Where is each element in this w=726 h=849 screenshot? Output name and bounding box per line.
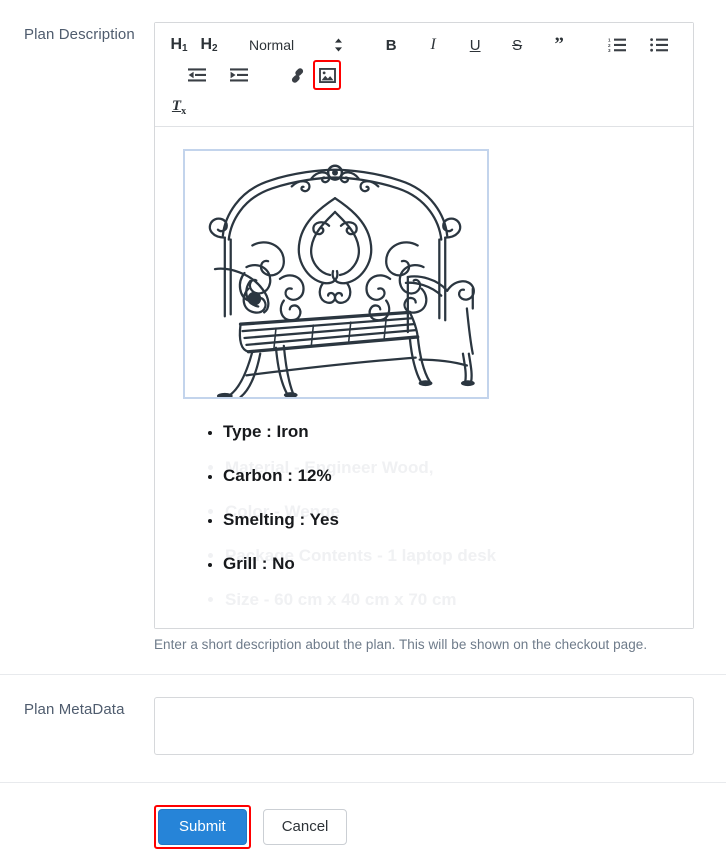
- plan-metadata-field: [154, 697, 726, 760]
- list-item: Carbon : 12%: [223, 467, 693, 484]
- rich-text-editor: H1 H2 Normal B I U S ” 1 2 3 Tx • Materi…: [154, 22, 694, 629]
- indent-button[interactable]: [227, 62, 251, 88]
- link-icon: [289, 67, 306, 84]
- underline-button[interactable]: U: [463, 32, 487, 58]
- clear-formatting-icon: Tx: [171, 97, 187, 117]
- bold-button[interactable]: B: [379, 32, 403, 58]
- list-item: Smelting : Yes: [223, 511, 693, 528]
- plan-description-label: Plan Description: [24, 26, 135, 43]
- header-1-label: H1: [170, 36, 188, 54]
- list-item: Grill : No: [223, 555, 693, 572]
- list-item: Type : Iron: [223, 423, 693, 440]
- format-select[interactable]: Normal: [247, 32, 345, 58]
- inserted-image-block: [155, 127, 693, 399]
- submit-highlight-box: Submit: [154, 805, 251, 849]
- svg-text:2: 2: [608, 43, 611, 48]
- plan-metadata-input[interactable]: [154, 697, 694, 755]
- plan-metadata-label: Plan MetaData: [24, 701, 125, 718]
- cancel-button[interactable]: Cancel: [262, 809, 348, 845]
- ordered-list-button[interactable]: 1 2 3: [605, 32, 629, 58]
- clear-formatting-button[interactable]: Tx: [167, 94, 191, 120]
- bullet-list-button[interactable]: [647, 32, 671, 58]
- strikethrough-label: S: [512, 36, 523, 54]
- plan-description-help-text: Enter a short description about the plan…: [154, 637, 648, 652]
- indent-icon: [230, 67, 248, 83]
- submit-button[interactable]: Submit: [158, 809, 247, 845]
- outdent-icon: [188, 67, 206, 83]
- chevron-updown-icon: [334, 38, 343, 52]
- image-icon: [318, 67, 336, 83]
- description-bullet-list: Type : Iron Carbon : 12% Smelting : Yes …: [155, 423, 693, 572]
- italic-button[interactable]: I: [421, 32, 445, 58]
- link-button[interactable]: [285, 62, 309, 88]
- editor-toolbar: H1 H2 Normal B I U S ” 1 2 3 Tx: [155, 23, 693, 127]
- svg-text:1: 1: [608, 38, 611, 43]
- form-actions: Submit Cancel: [0, 783, 726, 849]
- blockquote-label: ”: [554, 34, 564, 56]
- ordered-list-icon: 1 2 3: [608, 37, 627, 53]
- italic-label: I: [430, 36, 436, 53]
- header-2-button[interactable]: H2: [197, 32, 221, 58]
- bench-image[interactable]: [183, 149, 489, 399]
- editor-content-area[interactable]: Material - Engineer Wood, Color - Wenge …: [155, 127, 693, 628]
- format-select-value: Normal: [249, 37, 295, 53]
- bullet-list-icon: [650, 37, 669, 53]
- outdent-button[interactable]: [185, 62, 209, 88]
- header-1-button[interactable]: H1: [167, 32, 191, 58]
- underline-label: U: [469, 36, 481, 54]
- header-2-label: H2: [200, 36, 218, 54]
- ghost-list-item: Size - 60 cm x 40 cm x 70 cm: [225, 591, 496, 608]
- plan-description-row: Plan Description H1 H2 Normal B I U S ” …: [0, 0, 726, 652]
- plan-metadata-row: Plan MetaData: [0, 675, 726, 760]
- blockquote-button[interactable]: ”: [547, 32, 571, 58]
- svg-text:3: 3: [608, 48, 611, 53]
- bold-label: B: [385, 36, 397, 54]
- plan-description-field: H1 H2 Normal B I U S ” 1 2 3 Tx • Materi…: [154, 22, 726, 652]
- strikethrough-button[interactable]: S: [505, 32, 529, 58]
- insert-image-button[interactable]: [313, 60, 341, 90]
